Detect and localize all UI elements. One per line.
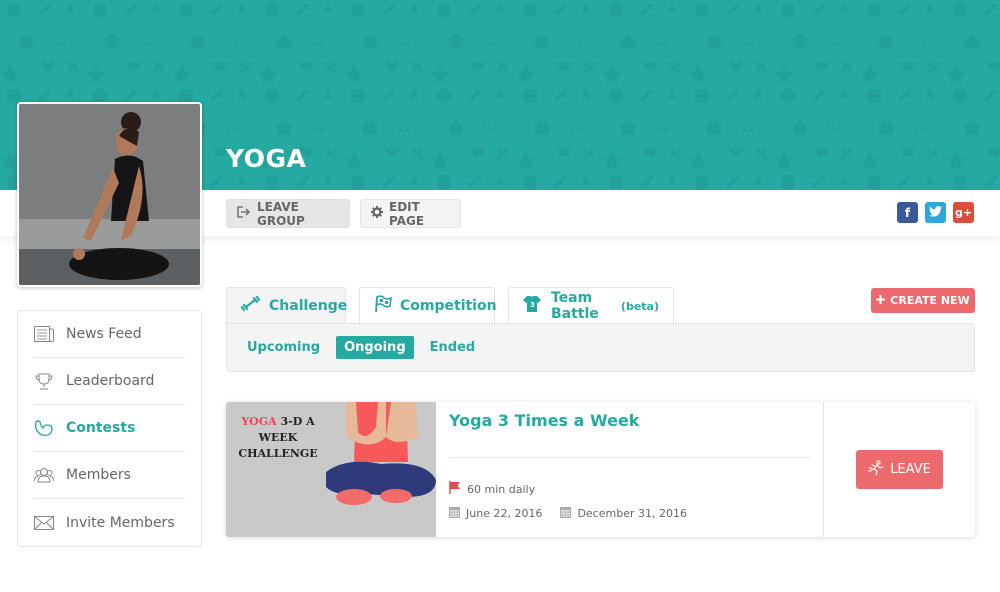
goal-text: 60 min daily xyxy=(467,482,536,496)
contest-goal: 60 min daily xyxy=(449,481,535,497)
contest-title[interactable]: Yoga 3 Times a Week xyxy=(449,411,810,430)
envelope-icon xyxy=(34,514,54,532)
sidebar-item-leaderboard[interactable]: Leaderboard xyxy=(34,358,185,405)
filter-ended[interactable]: Ended xyxy=(422,336,484,359)
edit-page-button[interactable]: EDIT PAGE xyxy=(360,199,461,228)
beta-badge: (beta) xyxy=(620,299,659,313)
divider xyxy=(449,457,810,458)
leave-contest-label: LEAVE xyxy=(890,462,931,477)
sidebar-item-label: Contests xyxy=(66,420,136,436)
thumbnail-caption: YOGA 3-D A WEEK CHALLENGE xyxy=(238,415,318,460)
sidebar-item-contests[interactable]: Contests xyxy=(34,405,185,452)
facebook-icon: f xyxy=(904,205,911,220)
contest-dates: June 22, 2016 December 31, 2016 xyxy=(449,506,687,521)
calendar-icon xyxy=(560,506,572,521)
contest-action-area: LEAVE xyxy=(823,402,975,537)
create-new-label: CREATE NEW xyxy=(890,294,970,307)
create-new-button[interactable]: CREATE NEW xyxy=(871,288,975,313)
edit-page-label: EDIT PAGE xyxy=(389,199,425,228)
checkered-flag-icon xyxy=(374,295,392,317)
flag-icon xyxy=(449,481,461,497)
status-filter-bar: Upcoming Ongoing Ended xyxy=(226,323,975,372)
sidebar-item-label: Leaderboard xyxy=(66,373,155,389)
contest-details: Yoga 3 Times a Week 60 min daily June 22… xyxy=(436,402,823,537)
tab-label: Team Battle xyxy=(551,290,599,322)
sidebar-item-invite-members[interactable]: Invite Members xyxy=(34,499,185,546)
contest-type-tabs: Challenge Competition 3 Team Battle (bet… xyxy=(226,287,674,324)
group-avatar xyxy=(17,102,202,287)
end-date: December 31, 2016 xyxy=(560,506,687,521)
tab-team-battle[interactable]: 3 Team Battle (beta) xyxy=(508,287,674,324)
sidebar-item-news-feed[interactable]: News Feed xyxy=(34,311,185,358)
tab-label: Challenge xyxy=(269,298,348,314)
contest-thumbnail[interactable]: YOGA 3-D A WEEK CHALLENGE xyxy=(226,402,436,537)
end-date-text: December 31, 2016 xyxy=(577,507,687,520)
googleplus-share-button[interactable]: g+ xyxy=(953,202,974,223)
leave-group-label: LEAVE GROUP xyxy=(257,199,305,228)
gear-icon xyxy=(371,206,383,221)
tab-competition[interactable]: Competition xyxy=(359,287,497,324)
dumbbell-icon xyxy=(240,295,261,316)
group-title: YOGA xyxy=(226,144,307,173)
plus-icon xyxy=(876,294,886,307)
calendar-icon xyxy=(449,506,460,521)
filter-ongoing[interactable]: Ongoing xyxy=(336,336,414,359)
users-icon xyxy=(34,466,54,484)
newspaper-icon xyxy=(34,325,54,343)
svg-text:3: 3 xyxy=(530,301,535,309)
leave-group-button[interactable]: LEAVE GROUP xyxy=(226,199,350,228)
yoga-meditation-photo xyxy=(19,104,200,285)
sidebar-item-label: News Feed xyxy=(66,326,142,342)
twitter-share-button[interactable] xyxy=(925,202,946,223)
start-date: June 22, 2016 xyxy=(449,506,542,521)
tab-challenge[interactable]: Challenge xyxy=(226,287,348,324)
sidebar-item-label: Members xyxy=(66,467,131,483)
sidebar-item-members[interactable]: Members xyxy=(34,452,185,499)
tab-label: Competition xyxy=(400,298,497,314)
sign-out-icon xyxy=(237,206,251,221)
running-man-icon xyxy=(868,459,884,480)
sidebar-nav: News Feed Leaderboard Contests Members I… xyxy=(17,310,202,547)
jersey-icon: 3 xyxy=(523,295,543,317)
googleplus-icon: g+ xyxy=(954,206,973,219)
trophy-icon xyxy=(34,372,54,390)
filter-upcoming[interactable]: Upcoming xyxy=(239,336,328,359)
flexed-arm-icon xyxy=(34,419,54,437)
leave-contest-button[interactable]: LEAVE xyxy=(856,450,943,489)
contest-card[interactable]: YOGA 3-D A WEEK CHALLENGE Yoga 3 Times a… xyxy=(226,402,975,537)
start-date-text: June 22, 2016 xyxy=(466,507,543,520)
twitter-icon xyxy=(929,205,942,220)
facebook-share-button[interactable]: f xyxy=(897,202,918,223)
sidebar-item-label: Invite Members xyxy=(66,514,175,531)
